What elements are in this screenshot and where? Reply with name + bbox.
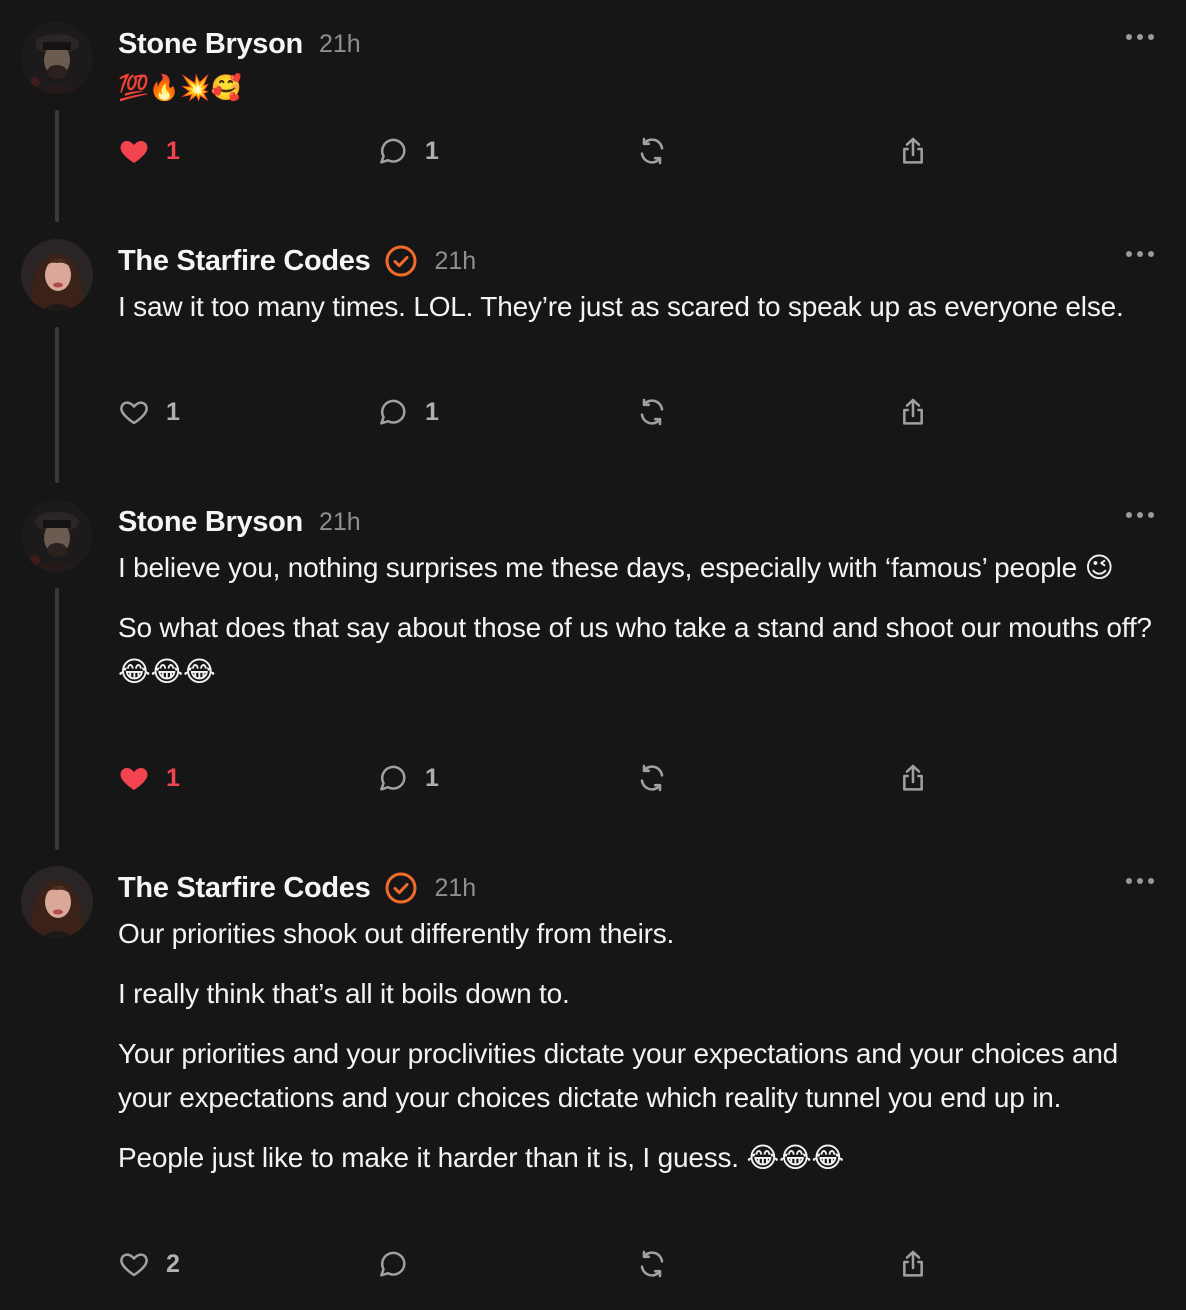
ellipsis-icon [1126,512,1132,518]
like-button[interactable]: 2 [118,1242,180,1286]
like-count: 1 [166,397,180,426]
post-text: I saw it too many times. LOL. They’re ju… [118,291,1124,322]
post-body: I believe you, nothing surprises me thes… [118,546,1168,710]
reply-count: 1 [425,136,439,165]
post-header: The Starfire Codes 21h [118,866,476,910]
post-body: Our priorities shook out differently fro… [118,912,1168,1196]
repost-arrows-icon [640,398,664,426]
ellipsis-icon [1126,251,1132,257]
post-body: 💯🔥💥🥰 [118,68,1168,124]
avatar[interactable] [21,500,93,572]
post-timestamp[interactable]: 21h [319,30,361,59]
thread-post: Stone Bryson 21h I believe you, nothing … [0,478,1186,850]
reply-count: 1 [425,397,439,426]
share-button[interactable] [897,756,929,800]
thread-post: The Starfire Codes 21h I saw it too many… [0,217,1186,487]
more-options-button[interactable] [1126,508,1154,522]
repost-arrows-icon [640,1250,664,1278]
post-text: I really think that’s all it boils down … [118,978,570,1009]
reply-button[interactable]: 1 [377,129,439,173]
more-options-button[interactable] [1126,247,1154,261]
share-upload-icon [903,1250,923,1277]
thread-post: Stone Bryson 21h 💯🔥💥🥰 1 1 [0,0,1186,230]
repost-arrows-icon [640,137,664,165]
repost-button[interactable] [636,129,668,173]
author-name[interactable]: The Starfire Codes [118,245,371,278]
heart-icon [120,141,148,163]
repost-button[interactable] [636,390,668,434]
author-name[interactable]: Stone Bryson [118,506,303,539]
share-upload-icon [903,764,923,791]
like-count: 2 [166,1249,180,1278]
repost-button[interactable] [636,1242,668,1286]
action-bar: 1 1 [118,390,938,434]
action-bar: 2 [118,1242,938,1286]
author-name[interactable]: The Starfire Codes [118,872,371,905]
heart-icon [120,1253,148,1277]
verified-check-icon [385,872,417,904]
like-button[interactable]: 1 [118,390,180,434]
like-count: 1 [166,136,180,165]
author-name[interactable]: Stone Bryson [118,28,303,61]
post-timestamp[interactable]: 21h [434,874,476,903]
share-button[interactable] [897,129,929,173]
speech-bubble-icon [380,399,406,425]
ellipsis-icon [1126,878,1132,884]
post-body: I saw it too many times. LOL. They’re ju… [118,285,1168,345]
post-text: I believe you, nothing surprises me thes… [118,552,1114,583]
heart-icon [120,401,148,425]
post-header: The Starfire Codes 21h [118,239,476,283]
reply-button[interactable]: 1 [377,390,439,434]
thread-post: The Starfire Codes 21h Our priorities sh… [0,844,1186,1310]
post-text: Our priorities shook out differently fro… [118,918,675,949]
like-button[interactable]: 1 [118,129,180,173]
post-text: So what does that say about those of us … [118,612,1152,687]
reply-button[interactable]: 1 [377,756,439,800]
repost-arrows-icon [640,764,664,792]
post-timestamp[interactable]: 21h [434,247,476,276]
speech-bubble-icon [380,765,406,791]
post-header: Stone Bryson 21h [118,500,361,544]
share-button[interactable] [897,1242,929,1286]
reply-thread: Stone Bryson 21h 💯🔥💥🥰 1 1 The Starfire C… [0,0,1186,1310]
avatar[interactable] [21,866,93,938]
post-text: People just like to make it harder than … [118,1142,845,1173]
more-options-button[interactable] [1126,874,1154,888]
post-header: Stone Bryson 21h [118,22,361,66]
speech-bubble-icon [380,1251,406,1277]
share-button[interactable] [897,390,929,434]
like-button[interactable]: 1 [118,756,180,800]
thread-connector-line [55,110,59,222]
verified-check-icon [385,245,417,277]
action-bar: 1 1 [118,129,938,173]
thread-connector-line [55,327,59,483]
post-text: Your priorities and your proclivities di… [118,1038,1119,1113]
reply-button[interactable] [377,1242,425,1286]
post-timestamp[interactable]: 21h [319,508,361,537]
thread-connector-line [55,588,59,850]
speech-bubble-icon [380,138,406,164]
share-upload-icon [903,137,923,164]
avatar[interactable] [21,22,93,94]
avatar[interactable] [21,239,93,311]
share-upload-icon [903,398,923,425]
more-options-button[interactable] [1126,30,1154,44]
like-count: 1 [166,763,180,792]
repost-button[interactable] [636,756,668,800]
reply-count: 1 [425,763,439,792]
action-bar: 1 1 [118,756,938,800]
post-text: 💯🔥💥🥰 [118,73,242,102]
ellipsis-icon [1126,34,1132,40]
heart-icon [120,768,148,790]
